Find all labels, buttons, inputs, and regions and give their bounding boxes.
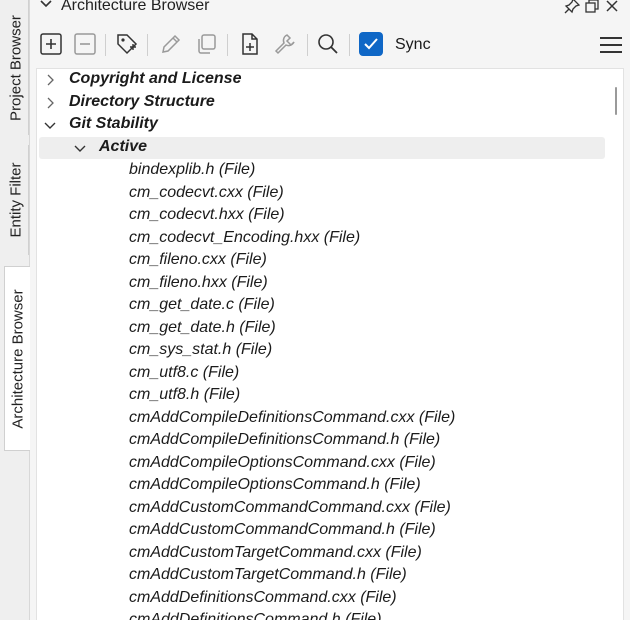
side-tab-strip: Project Browser Entity Filter Architectu… [0,0,30,620]
tree-file-item[interactable]: cmAddCustomCommandCommand.cxx (File) [37,498,623,520]
pin-icon[interactable] [564,0,581,19]
edit-button[interactable] [158,31,184,57]
tree-file-item[interactable]: cm_fileno.cxx (File) [37,250,623,272]
tree-node-label: Active [99,138,148,155]
tree-file-label: cm_fileno.cxx (File) [129,251,267,268]
tree-file-item[interactable]: cm_get_date.c (File) [37,295,623,317]
tree-file-label: cm_codecvt.hxx (File) [129,206,285,223]
tree-file-item[interactable]: cmAddDefinitionsCommand.h (File) [37,610,623,620]
chevron-down-icon[interactable] [43,118,57,137]
tree-file-item[interactable]: cm_get_date.h (File) [37,318,623,340]
search-icon [318,34,338,54]
tab-entity-filter[interactable]: Entity Filter [3,145,29,255]
sync-checkbox[interactable] [359,32,383,56]
tree-file-label: cm_utf8.c (File) [129,363,240,381]
toolbar-separator [307,34,308,56]
tree-file-label: cm_get_date.h (File) [129,318,276,336]
pencil-icon [162,34,181,53]
close-icon[interactable] [604,0,620,19]
tree-file-item[interactable]: cmAddCustomTargetCommand.cxx (File) [37,543,623,565]
tab-project-browser-label: Project Browser [7,14,24,121]
float-window-icon[interactable] [584,0,600,19]
tree-file-label: cm_get_date.c (File) [129,296,275,313]
tab-architecture-browser[interactable]: Architecture Browser [4,266,30,451]
chevron-down-icon[interactable] [73,141,87,160]
tree-file-label: cm_codecvt_Encoding.hxx (File) [129,228,361,246]
checkmark-icon [364,38,378,50]
hamburger-menu-icon [600,37,622,53]
tree-node-directory-structure[interactable]: Directory Structure [37,92,623,114]
tree-node-label: Git Stability [69,115,158,132]
tree-file-label: cm_codecvt.cxx (File) [129,183,284,201]
wrench-icon [274,34,295,55]
tree-node-active[interactable]: Active [39,137,605,159]
tree-file-item[interactable]: cmAddDefinitionsCommand.cxx (File) [37,588,623,610]
expand-all-button[interactable] [38,31,64,57]
tree-file-item[interactable]: cmAddCompileDefinitionsCommand.cxx (File… [37,408,623,430]
copy-button[interactable] [193,31,219,57]
tree-file-item[interactable]: cm_utf8.c (File) [37,363,623,385]
tree-file-item[interactable]: cmAddCompileDefinitionsCommand.h (File) [37,430,623,452]
tree-file-label: cmAddCustomTargetCommand.cxx (File) [129,543,422,561]
tree-file-item[interactable]: cm_codecvt_Encoding.hxx (File) [37,228,623,250]
tab-architecture-browser-label: Architecture Browser [9,288,26,429]
tree-file-label: cmAddCustomCommandCommand.cxx (File) [129,498,451,516]
tree-node-git-stability[interactable]: Git Stability [37,114,623,136]
menu-button[interactable] [599,36,623,59]
tree-file-label: cm_utf8.h (File) [129,386,241,403]
tree-file-item[interactable]: cm_fileno.hxx (File) [37,273,623,295]
tree-file-item[interactable]: bindexplib.h (File) [37,160,623,182]
tools-button[interactable] [272,31,298,57]
chevron-right-icon[interactable] [43,73,57,92]
tree-file-item[interactable]: cmAddCustomTargetCommand.h (File) [37,565,623,587]
toolbar: Sync [30,28,630,62]
tree-file-label: bindexplib.h (File) [129,161,256,178]
tree-file-item[interactable]: cmAddCustomCommandCommand.h (File) [37,520,623,542]
tree-file-item[interactable]: cm_codecvt.hxx (File) [37,205,623,227]
tag-add-icon [117,34,138,55]
tag-button[interactable] [114,31,140,57]
panel-title: Architecture Browser [61,0,210,14]
tree-file-item[interactable]: cm_utf8.h (File) [37,385,623,407]
toolbar-separator [147,34,148,56]
file-add-icon [242,33,258,55]
tree-node-copyright[interactable]: Copyright and License [37,69,623,91]
tree-file-label: cmAddDefinitionsCommand.h (File) [129,611,382,620]
tree-node-label: Copyright and License [69,70,242,87]
tree-file-item[interactable]: cm_codecvt.cxx (File) [37,183,623,205]
tree-file-label: cm_fileno.hxx (File) [129,273,268,291]
tree-file-label: cm_sys_stat.h (File) [129,341,273,358]
panel-titlebar: Architecture Browser [30,0,630,18]
tree-node-label: Directory Structure [69,93,215,110]
tab-project-browser[interactable]: Project Browser [3,0,29,135]
toolbar-separator [227,34,228,56]
architecture-browser-panel: Architecture Browser Sync Copyright and … [30,0,630,620]
tree-file-item[interactable]: cm_sys_stat.h (File) [37,340,623,362]
tree-file-item[interactable]: cmAddCompileOptionsCommand.h (File) [37,475,623,497]
minus-square-icon [74,33,96,55]
tree-file-label: cmAddCompileDefinitionsCommand.cxx (File… [129,408,456,426]
collapse-panel-icon[interactable] [39,0,53,16]
tree-file-label: cmAddCompileDefinitionsCommand.h (File) [129,431,441,448]
tree-file-label: cmAddCompileOptionsCommand.cxx (File) [129,453,436,471]
search-button[interactable] [315,31,341,57]
plus-square-icon [40,33,62,55]
tree-file-item[interactable]: cmAddCompileOptionsCommand.cxx (File) [37,453,623,475]
architecture-tree: Copyright and License Directory Structur… [36,68,624,620]
chevron-right-icon[interactable] [43,96,57,115]
tree-file-label: cmAddCompileOptionsCommand.h (File) [129,476,421,493]
tree-file-label: cmAddCustomCommandCommand.h (File) [129,521,436,538]
tab-entity-filter-label: Entity Filter [7,162,24,238]
toolbar-separator [105,34,106,56]
copy-icon [198,34,216,54]
tree-file-label: cmAddDefinitionsCommand.cxx (File) [129,588,397,606]
tree-file-label: cmAddCustomTargetCommand.h (File) [129,566,407,583]
new-file-button[interactable] [237,31,263,57]
toolbar-separator [349,34,350,56]
sync-label[interactable]: Sync [395,36,431,54]
collapse-all-button[interactable] [72,31,98,57]
